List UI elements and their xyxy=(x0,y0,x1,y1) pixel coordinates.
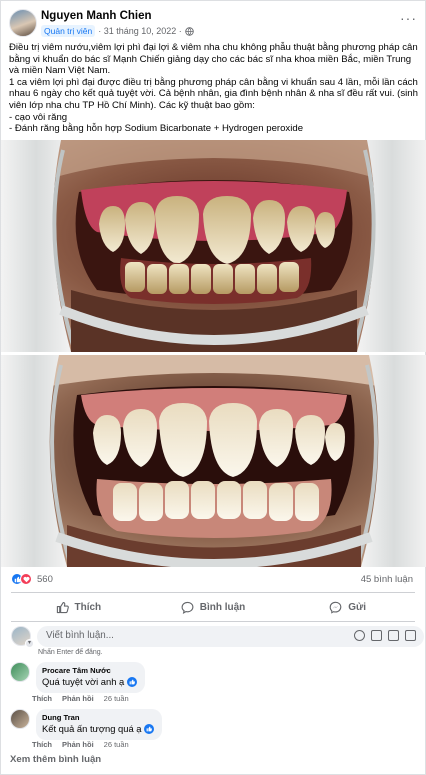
comment-icon xyxy=(181,601,194,614)
reaction-count: 560 xyxy=(37,573,53,585)
comment-bubble: Procare Tâm Nước Quá tuyệt vời anh ạ xyxy=(36,662,146,693)
more-icon[interactable]: ··· xyxy=(400,11,417,25)
author-avatar[interactable] xyxy=(9,9,37,37)
share-label: Gửi xyxy=(348,601,367,613)
share-icon xyxy=(329,601,342,614)
teeth-after-image xyxy=(1,355,426,567)
comment-reply-link[interactable]: Phản hồi xyxy=(62,694,94,703)
divider xyxy=(11,621,415,622)
comment-like-link[interactable]: Thích xyxy=(32,694,52,703)
globe-icon xyxy=(185,26,194,36)
composer-hint: Nhấn Enter để đăng. xyxy=(38,649,103,656)
comment-button[interactable]: Bình luận xyxy=(146,596,281,618)
commenter-avatar[interactable] xyxy=(10,662,30,682)
composer-tools xyxy=(354,630,416,641)
comment-count[interactable]: 45 bình luận xyxy=(361,574,413,585)
comment-bubble: Dung Tran Kết quả ấn tượng quá ạ xyxy=(36,709,163,740)
gif-icon[interactable] xyxy=(388,630,399,641)
post-header: Nguyen Manh Chien Quản trị viên · 31 thá… xyxy=(9,9,419,37)
comment-reply-link[interactable]: Phản hồi xyxy=(62,740,94,749)
comment-text: Quá tuyệt vời anh ạ xyxy=(42,676,125,687)
comment-composer: ▾ Viết bình luận... xyxy=(11,626,424,648)
comment-actions: Thích Phản hồi 26 tuần xyxy=(32,694,129,703)
commenter-name[interactable]: Dung Tran xyxy=(42,713,154,723)
see-more-comments-link[interactable]: Xem thêm bình luận xyxy=(10,754,101,765)
camera-icon[interactable] xyxy=(371,630,382,641)
like-icon xyxy=(127,677,138,687)
author-name[interactable]: Nguyen Manh Chien xyxy=(41,10,152,22)
sticker-icon[interactable] xyxy=(405,630,416,641)
like-button[interactable]: Thích xyxy=(11,596,146,618)
post-meta: Quản trị viên · 31 tháng 10, 2022 · xyxy=(41,25,194,37)
post-paragraph: 1 ca viêm lợi phì đại được điều trị bằng… xyxy=(9,76,418,111)
commenter-name[interactable]: Procare Tâm Nước xyxy=(42,666,137,676)
after-photo[interactable] xyxy=(1,355,426,567)
love-icon xyxy=(20,573,32,585)
comment-text-row: Quá tuyệt vời anh ạ xyxy=(42,676,138,688)
post-text: Điều trị viêm nướu,viêm lợi phì đại lợi … xyxy=(9,42,421,135)
reaction-summary[interactable]: 560 xyxy=(11,573,53,585)
before-photo[interactable] xyxy=(1,140,426,352)
divider xyxy=(11,592,415,593)
post-paragraph: - Đánh răng bằng hỗn hợp Sodium Bicarbon… xyxy=(9,123,304,135)
post-paragraph: Điều trị viêm nướu,viêm lợi phì đại lợi … xyxy=(9,42,418,77)
comment-input[interactable]: Viết bình luận... xyxy=(37,626,424,647)
comment-text: Kết quả ấn tượng quá ạ xyxy=(42,723,142,734)
post-date[interactable]: · 31 tháng 10, 2022 · xyxy=(98,26,182,36)
emoji-icon[interactable] xyxy=(354,630,365,641)
comment-actions: Thích Phản hồi 26 tuần xyxy=(32,740,129,749)
share-button[interactable]: Gửi xyxy=(280,596,415,618)
like-icon xyxy=(144,724,155,734)
comment-label: Bình luận xyxy=(199,601,246,613)
comment-time[interactable]: 26 tuần xyxy=(104,740,129,749)
like-label: Thích xyxy=(74,601,102,613)
role-badge: Quản trị viên xyxy=(41,25,96,37)
comment-like-link[interactable]: Thích xyxy=(32,740,52,749)
teeth-before-image xyxy=(1,140,426,352)
chevron-down-icon[interactable]: ▾ xyxy=(25,639,34,648)
post-paragraph: - cạo vôi răng xyxy=(9,111,68,123)
post-card: Nguyen Manh Chien Quản trị viên · 31 thá… xyxy=(0,0,426,775)
comment-time[interactable]: 26 tuần xyxy=(104,694,129,703)
comment-text-row: Kết quả ấn tượng quá ạ xyxy=(42,723,155,735)
commenter-avatar[interactable] xyxy=(10,709,30,729)
comment-placeholder: Viết bình luận... xyxy=(46,630,114,641)
action-bar: Thích Bình luận Gửi xyxy=(11,596,415,618)
thumb-icon xyxy=(56,601,69,613)
